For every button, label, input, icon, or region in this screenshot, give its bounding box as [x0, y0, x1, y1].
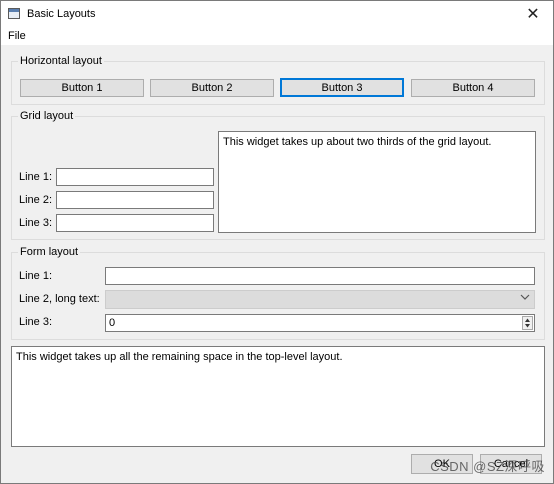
button-2[interactable]: Button 2: [150, 79, 274, 97]
button-4[interactable]: Button 4: [411, 79, 535, 97]
grid-line2-input[interactable]: [56, 191, 214, 209]
bottom-text-widget[interactable]: This widget takes up all the remaining s…: [11, 346, 545, 447]
grid-line3-label: Line 3:: [19, 217, 53, 229]
menu-bar: File: [1, 29, 553, 45]
form-line2-combobox[interactable]: [105, 290, 535, 309]
grid-line2-label: Line 2:: [19, 194, 53, 206]
grid-text-widget[interactable]: This widget takes up about two thirds of…: [218, 131, 536, 233]
grid-layout-title: Grid layout: [20, 110, 74, 122]
close-icon[interactable]: ✕: [513, 1, 553, 29]
grid-line1-label: Line 1:: [19, 171, 53, 183]
arrow-down-icon[interactable]: [523, 323, 532, 329]
window-title: Basic Layouts: [27, 8, 96, 20]
horizontal-layout-title: Horizontal layout: [20, 55, 102, 67]
grid-line3-input[interactable]: [56, 214, 214, 232]
menu-file[interactable]: File: [8, 30, 26, 42]
form-line2-label: Line 2, long text:: [19, 293, 100, 305]
title-bar[interactable]: Basic Layouts ✕: [1, 1, 553, 29]
watermark-text: CSDN @SZ深呼吸: [430, 459, 545, 474]
window-icon: [8, 8, 20, 19]
grid-line1-input[interactable]: [56, 168, 214, 186]
form-line1-label: Line 1:: [19, 270, 53, 282]
form-line3-label: Line 3:: [19, 316, 53, 328]
button-3[interactable]: Button 3: [280, 78, 404, 97]
spinbox-value: 0: [109, 317, 116, 329]
button-1[interactable]: Button 1: [20, 79, 144, 97]
chevron-down-icon[interactable]: [520, 293, 530, 304]
spinbox-buttons: [522, 316, 533, 330]
main-window: Basic Layouts ✕ File Horizontal layout B…: [0, 0, 554, 484]
form-line1-input[interactable]: [105, 267, 535, 285]
form-line3-spinbox[interactable]: 0: [105, 314, 535, 332]
form-layout-title: Form layout: [20, 246, 79, 258]
